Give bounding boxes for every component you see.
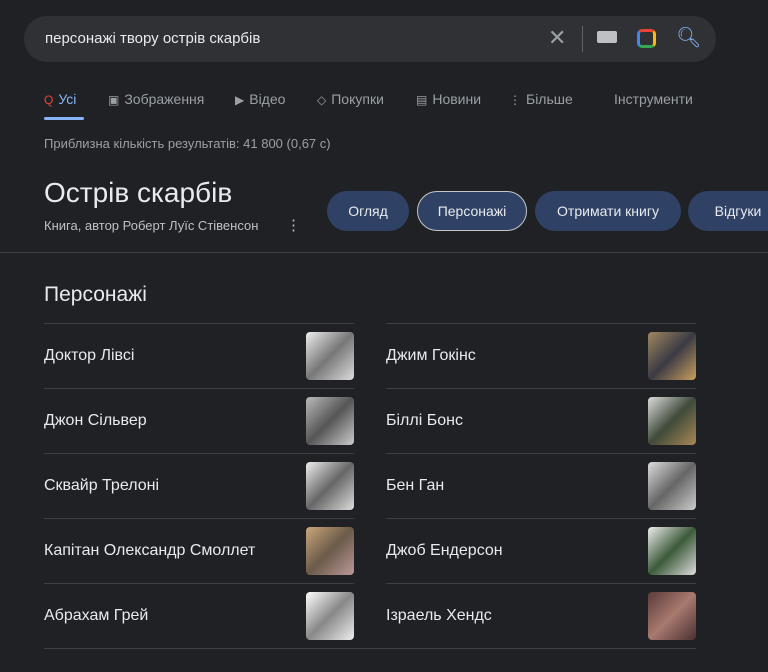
result-count: Приблизна кількість результатів: 41 800 … (44, 136, 331, 151)
character-thumbnail (648, 332, 696, 380)
list-item[interactable]: Джим Гокінс (386, 323, 696, 388)
chip-get-book[interactable]: Отримати книгу (535, 191, 681, 231)
list-item[interactable]: Доктор Лівсі (44, 323, 354, 388)
chip-overview[interactable]: Огляд (327, 191, 409, 231)
tab-video[interactable]: ▶ Відео (235, 91, 285, 107)
list-item[interactable]: Джон Сільвер (44, 388, 354, 453)
search-icon[interactable]: 🔍︎ (676, 25, 701, 50)
characters-left-column: Доктор Лівсі Джон Сільвер Сквайр Трелоні… (44, 323, 354, 648)
list-item[interactable]: Біллі Бонс (386, 388, 696, 453)
character-thumbnail (306, 527, 354, 575)
close-icon[interactable]: ✕ (548, 25, 566, 51)
chip-reviews[interactable]: Відгуки (688, 191, 768, 231)
list-item[interactable]: Бен Ган (386, 453, 696, 518)
news-icon: ▤ (416, 93, 428, 107)
active-tab-indicator (44, 117, 84, 120)
search-box[interactable]: персонажі твору острів скарбів ✕ 🔍︎ (24, 16, 716, 62)
character-thumbnail (648, 592, 696, 640)
more-vert-icon: ⋮ (509, 93, 521, 107)
entity-title: Острів скарбів (44, 177, 233, 208)
play-icon: ▶ (235, 93, 245, 107)
section-title: Персонажі (44, 283, 147, 306)
character-thumbnail (306, 592, 354, 640)
character-thumbnail (648, 462, 696, 510)
characters-right-column: Джим Гокінс Біллі Бонс Бен Ган Джоб Енде… (386, 323, 696, 648)
list-item[interactable]: Абрахам Грей (44, 583, 354, 648)
list-item[interactable]: Сквайр Трелоні (44, 453, 354, 518)
character-thumbnail (306, 462, 354, 510)
google-search-icon: Q (44, 93, 54, 107)
tab-more[interactable]: ⋮ Більше (509, 91, 573, 107)
tab-shopping[interactable]: ◇ Покупки (317, 91, 384, 107)
character-thumbnail (648, 397, 696, 445)
more-options-icon[interactable]: ⋮ (286, 216, 301, 234)
search-input[interactable]: персонажі твору острів скарбів (45, 30, 260, 47)
camera-lens-icon[interactable] (637, 29, 656, 48)
chip-characters[interactable]: Персонажі (417, 191, 527, 231)
tab-all[interactable]: Q Усі (44, 91, 76, 107)
image-icon: ▣ (108, 93, 120, 107)
list-item[interactable]: Капітан Олександр Смоллет (44, 518, 354, 583)
divider (0, 252, 768, 253)
list-item[interactable]: Ізраель Хендс (386, 583, 696, 648)
character-thumbnail (306, 397, 354, 445)
list-item[interactable]: Джоб Ендерсон (386, 518, 696, 583)
tag-icon: ◇ (317, 93, 327, 107)
divider (582, 26, 583, 52)
character-thumbnail (648, 527, 696, 575)
entity-subtitle: Книга, автор Роберт Луїс Стівенсон (44, 218, 259, 233)
divider (44, 648, 696, 649)
character-thumbnail (306, 332, 354, 380)
keyboard-icon[interactable] (597, 31, 617, 43)
tab-tools[interactable]: Інструменти (614, 91, 693, 107)
tab-news[interactable]: ▤ Новини (416, 91, 481, 107)
tab-images[interactable]: ▣ Зображення (108, 91, 204, 107)
